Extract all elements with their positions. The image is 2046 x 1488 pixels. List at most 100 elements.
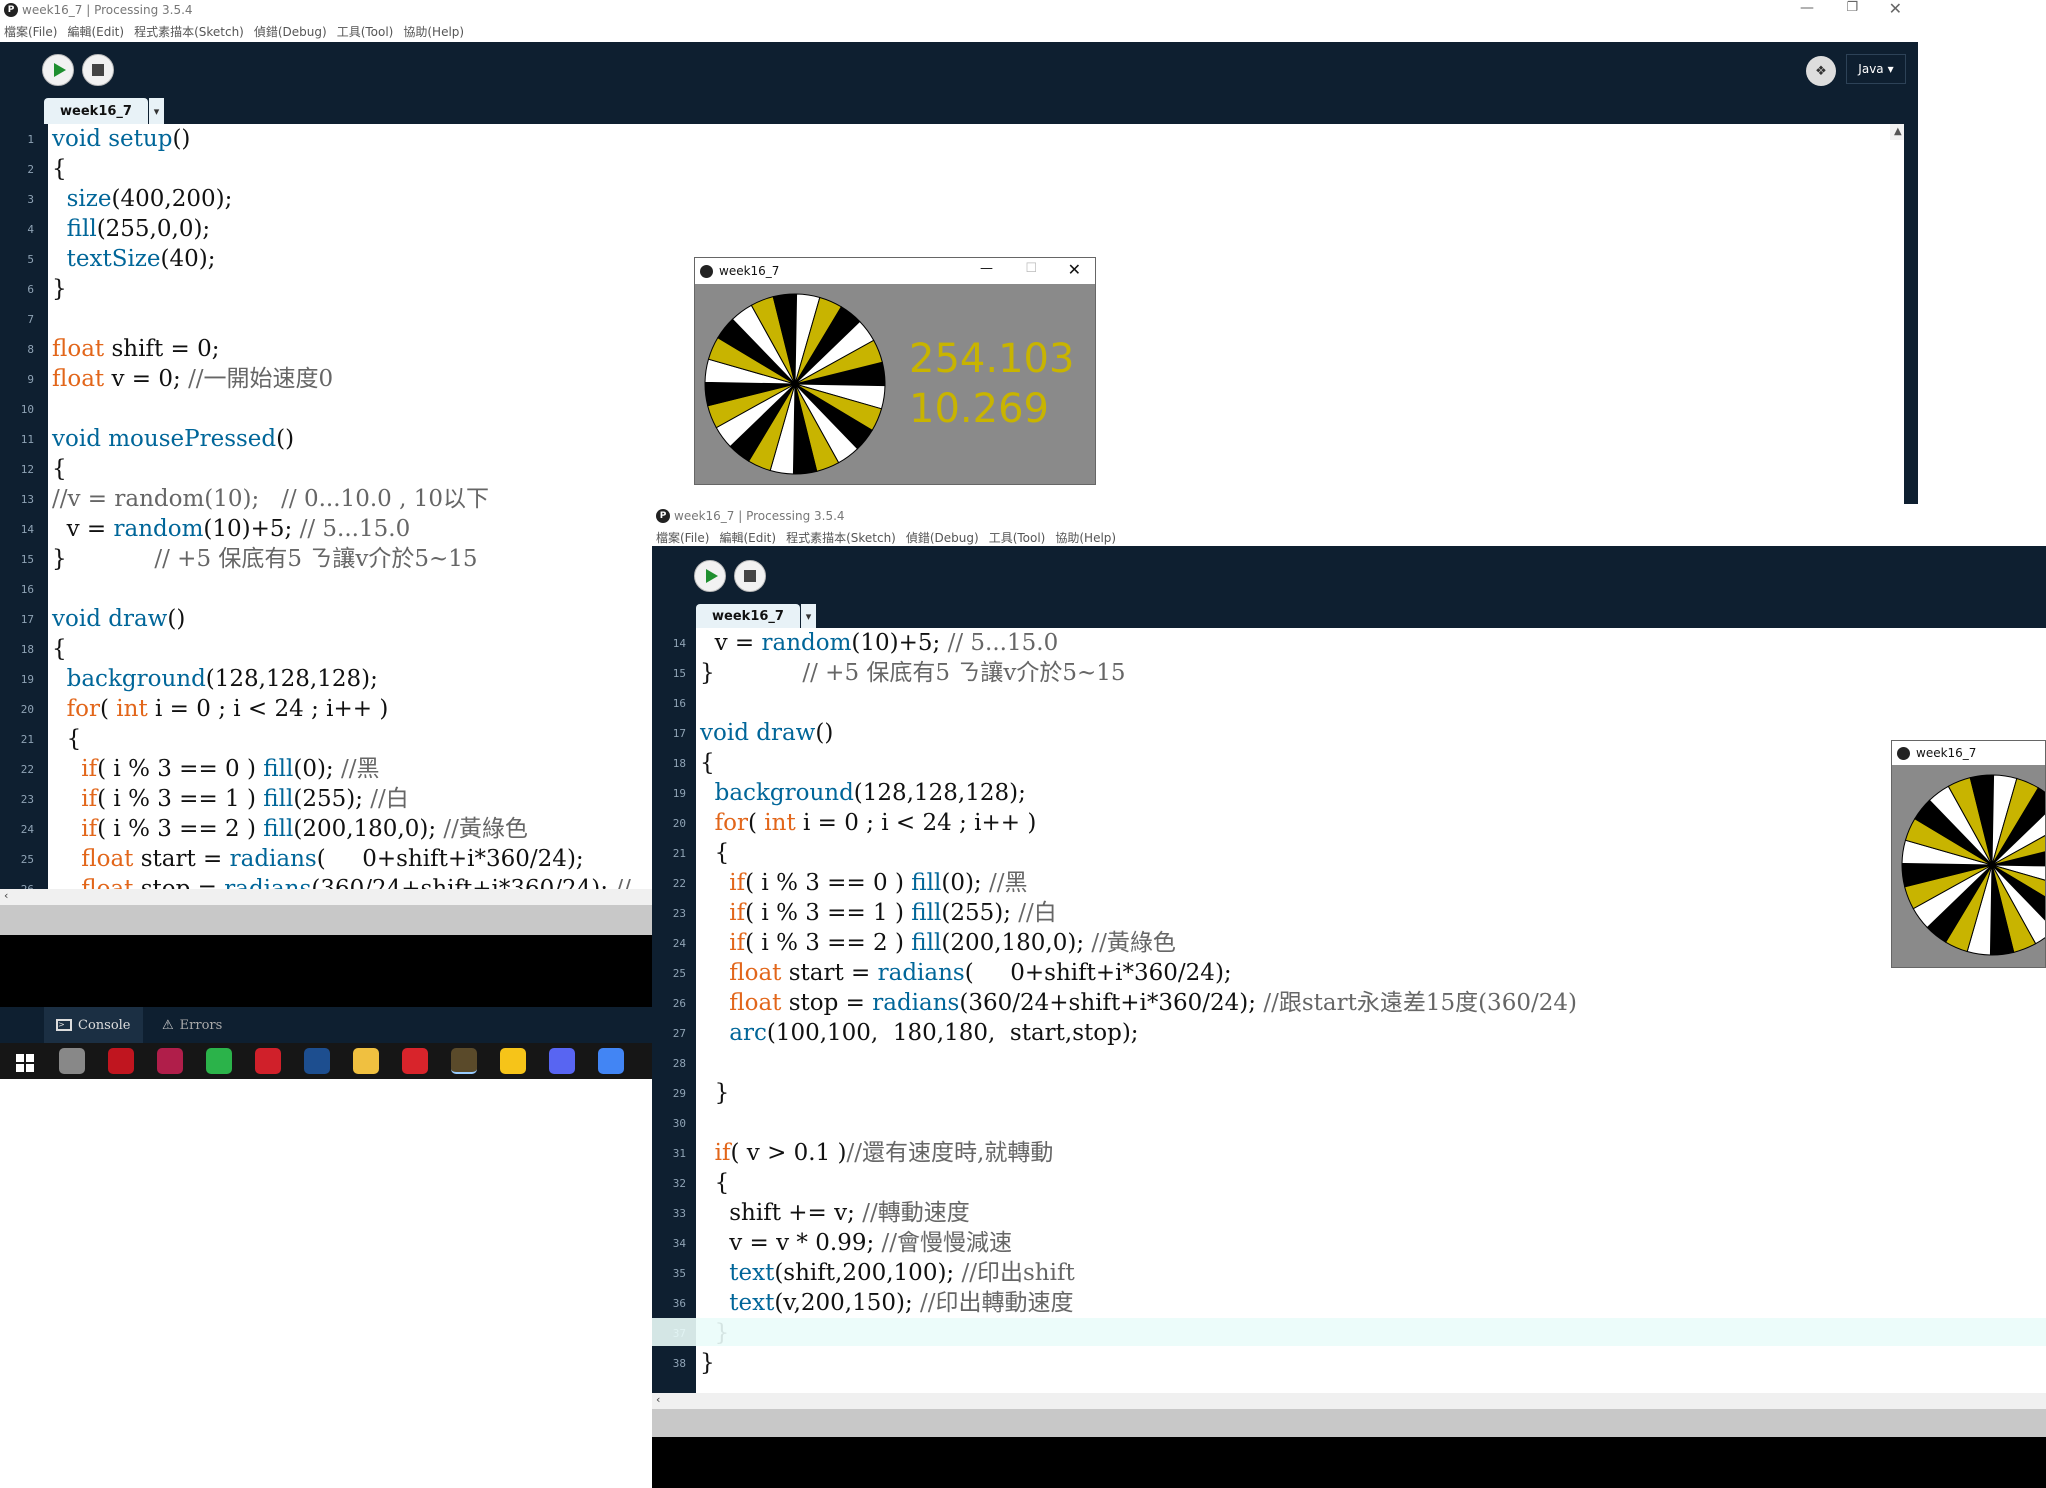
- sketch-window-2[interactable]: week16_7: [1891, 740, 2046, 968]
- app-icon-3[interactable]: [255, 1048, 281, 1074]
- task-view-icon[interactable]: [59, 1048, 85, 1074]
- xbox-icon[interactable]: [206, 1048, 232, 1074]
- code-line[interactable]: {: [52, 634, 67, 664]
- code-line[interactable]: if( v > 0.1 )//還有速度時,就轉動: [700, 1138, 1054, 1168]
- sketch-window-1[interactable]: week16_7 — ☐ ✕ 254.103 10.269: [694, 257, 1096, 485]
- code-line[interactable]: float v = 0; //一開始速度0: [52, 364, 333, 394]
- code-line[interactable]: {: [700, 748, 715, 778]
- code-line[interactable]: arc(100,100, 180,180, start,stop);: [700, 1018, 1138, 1048]
- window2-horizontal-scrollbar[interactable]: ‹: [652, 1393, 2046, 1409]
- code-line[interactable]: background(128,128,128);: [52, 664, 378, 694]
- run-button[interactable]: [694, 560, 726, 592]
- code-line[interactable]: if( i % 3 == 2 ) fill(200,180,0); //黃綠色: [700, 928, 1176, 958]
- window2-code-editor[interactable]: v = random(10)+5; // 5...15.0} // +5 保底有…: [696, 628, 2046, 1393]
- code-line[interactable]: text(shift,200,100); //印出shift: [700, 1258, 1074, 1288]
- menu-item[interactable]: 檔案(File): [656, 529, 709, 546]
- menu-item[interactable]: 工具(Tool): [337, 23, 394, 40]
- console-tab[interactable]: > Console: [44, 1007, 143, 1043]
- menu-item[interactable]: 偵錯(Debug): [906, 529, 979, 546]
- code-line[interactable]: v = v * 0.99; //會慢慢減速: [700, 1228, 1012, 1258]
- code-line[interactable]: float start = radians( 0+shift+i*360/24)…: [700, 958, 1231, 988]
- chrome-icon[interactable]: [598, 1048, 624, 1074]
- window1-horizontal-scrollbar[interactable]: ‹: [0, 889, 652, 905]
- code-line[interactable]: textSize(40);: [52, 244, 216, 274]
- code-line[interactable]: }: [700, 1078, 730, 1108]
- code-line[interactable]: void mousePressed(): [52, 424, 294, 454]
- scroll-up-icon[interactable]: ▲: [1894, 126, 1902, 137]
- tab-week16_7[interactable]: week16_7: [44, 98, 148, 124]
- minimize-icon[interactable]: —: [980, 261, 993, 276]
- code-line[interactable]: void setup(): [52, 124, 190, 154]
- steam-icon[interactable]: [304, 1048, 330, 1074]
- code-line[interactable]: float start = radians( 0+shift+i*360/24)…: [52, 844, 583, 874]
- mode-selector[interactable]: Java ▾: [1846, 54, 1906, 84]
- code-line[interactable]: {: [52, 724, 82, 754]
- errors-tab[interactable]: ⚠ Errors: [150, 1007, 234, 1043]
- code-line[interactable]: //v = random(10); // 0...10.0 , 10以下: [52, 484, 489, 514]
- code-line[interactable]: void draw(): [52, 604, 185, 634]
- netease-music-icon[interactable]: [402, 1048, 428, 1074]
- menu-item[interactable]: 工具(Tool): [989, 529, 1046, 546]
- tab-menu-arrow-icon[interactable]: ▾: [148, 98, 164, 124]
- tab-week16_7[interactable]: week16_7: [696, 604, 800, 628]
- minimize-icon[interactable]: —: [1800, 0, 1814, 16]
- app-icon-4[interactable]: [500, 1048, 526, 1074]
- code-line[interactable]: }: [700, 1348, 715, 1378]
- code-line[interactable]: v = random(10)+5; // 5...15.0: [52, 514, 411, 544]
- code-line[interactable]: v = random(10)+5; // 5...15.0: [700, 628, 1059, 658]
- restore-icon[interactable]: ❐: [1846, 0, 1858, 15]
- code-token: ( i % 3 == 1 ): [745, 900, 912, 926]
- code-line[interactable]: if( i % 3 == 0 ) fill(0); //黑: [700, 868, 1027, 898]
- code-line[interactable]: fill(255,0,0);: [52, 214, 211, 244]
- code-line[interactable]: }: [52, 274, 67, 304]
- stop-button[interactable]: [734, 560, 766, 592]
- code-line[interactable]: {: [52, 154, 67, 184]
- code-line[interactable]: float stop = radians(360/24+shift+i*360/…: [52, 874, 631, 889]
- run-button[interactable]: [42, 54, 74, 86]
- line-icon[interactable]: [451, 1048, 477, 1074]
- code-line[interactable]: for( int i = 0 ; i < 24 ; i++ ): [52, 694, 389, 724]
- code-line[interactable]: {: [700, 1168, 730, 1198]
- menu-item[interactable]: 協助(Help): [403, 23, 464, 40]
- code-line[interactable]: } // +5 保底有5 ㄋ讓v介於5~15: [700, 658, 1126, 688]
- code-line[interactable]: text(v,200,150); //印出轉動速度: [700, 1288, 1073, 1318]
- code-line[interactable]: {: [52, 454, 67, 484]
- menu-item[interactable]: 編輯(Edit): [719, 529, 776, 546]
- menu-item[interactable]: 協助(Help): [1055, 529, 1116, 546]
- close-icon[interactable]: ✕: [1068, 260, 1081, 279]
- code-line[interactable]: if( i % 3 == 2 ) fill(200,180,0); //黃綠色: [52, 814, 528, 844]
- close-icon[interactable]: ✕: [1889, 0, 1902, 18]
- code-line[interactable]: background(128,128,128);: [700, 778, 1026, 808]
- tab-menu-arrow-icon[interactable]: ▾: [800, 604, 816, 628]
- menu-item[interactable]: 檔案(File): [4, 23, 57, 40]
- stop-button[interactable]: [82, 54, 114, 86]
- code-line[interactable]: if( i % 3 == 0 ) fill(0); //黑: [52, 754, 379, 784]
- line-number: 9: [27, 373, 34, 386]
- menu-item[interactable]: 程式素描本(Sketch): [786, 529, 896, 546]
- code-line[interactable]: for( int i = 0 ; i < 24 ; i++ ): [700, 808, 1037, 838]
- code-line[interactable]: size(400,200);: [52, 184, 233, 214]
- code-line[interactable]: } // +5 保底有5 ㄋ讓v介於5~15: [52, 544, 478, 574]
- code-line[interactable]: shift += v; //轉動速度: [700, 1198, 969, 1228]
- code-line[interactable]: if( i % 3 == 1 ) fill(255); //白: [700, 898, 1057, 928]
- code-line[interactable]: void draw(): [700, 718, 833, 748]
- app-icon-1[interactable]: [108, 1048, 134, 1074]
- code-line[interactable]: float shift = 0;: [52, 334, 219, 364]
- windows-start-icon[interactable]: [10, 1048, 36, 1074]
- scroll-left-icon[interactable]: ‹: [656, 1393, 660, 1406]
- code-line[interactable]: {: [700, 838, 730, 868]
- scroll-left-icon[interactable]: ‹: [4, 889, 8, 902]
- menu-item[interactable]: 偵錯(Debug): [254, 23, 327, 40]
- app-icon-2[interactable]: [157, 1048, 183, 1074]
- code-line[interactable]: if( i % 3 == 1 ) fill(255); //白: [52, 784, 409, 814]
- debugger-icon[interactable]: ❖: [1806, 56, 1836, 86]
- discord-icon[interactable]: [549, 1048, 575, 1074]
- file-explorer-icon[interactable]: [353, 1048, 379, 1074]
- line-number: 19: [20, 673, 34, 686]
- code-line[interactable]: float stop = radians(360/24+shift+i*360/…: [700, 988, 1577, 1018]
- menu-item[interactable]: 程式素描本(Sketch): [134, 23, 244, 40]
- line-number: 32: [672, 1177, 686, 1190]
- stop-icon: [744, 570, 756, 582]
- code-line[interactable]: }: [700, 1318, 730, 1348]
- menu-item[interactable]: 編輯(Edit): [67, 23, 124, 40]
